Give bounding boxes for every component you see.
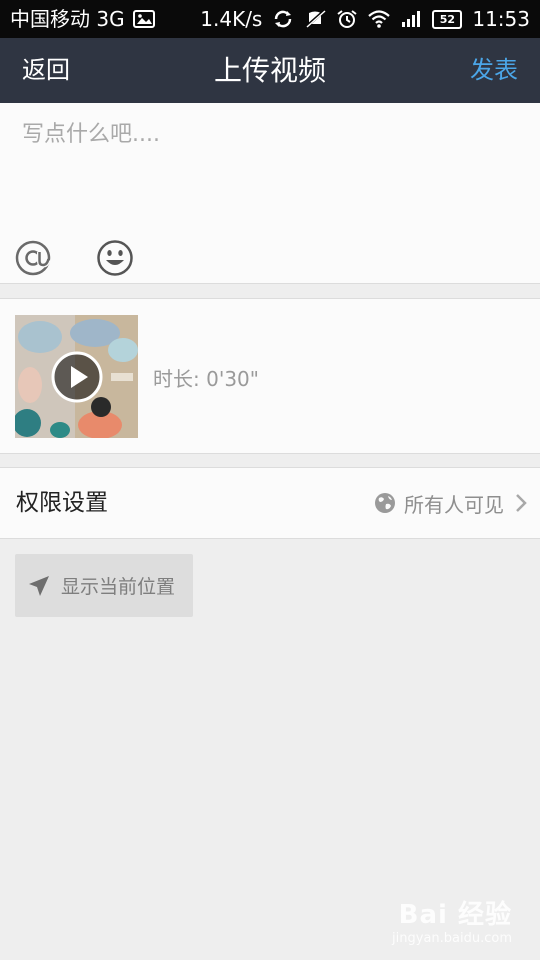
network-speed: 1.4K/s xyxy=(200,7,263,31)
wifi-icon xyxy=(368,10,391,28)
location-arrow-icon xyxy=(29,575,49,596)
clock: 11:53 xyxy=(472,7,530,31)
publish-button[interactable]: 发表 xyxy=(470,38,518,103)
video-duration: 时长: 0'30" xyxy=(153,367,259,391)
image-icon xyxy=(132,10,155,28)
status-right: 1.4K/s 52 11:53 xyxy=(200,0,530,38)
page-title: 上传视频 xyxy=(213,54,326,87)
video-thumbnail[interactable] xyxy=(15,315,138,438)
carrier-label: 中国移动 3G xyxy=(10,7,125,31)
status-bar: 中国移动 3G 1.4K/s 52 11:53 xyxy=(0,0,540,38)
status-left: 中国移动 3G xyxy=(10,0,155,38)
composer-area xyxy=(0,103,540,284)
globe-icon xyxy=(375,493,395,513)
video-attachment: 时长: 0'30" xyxy=(0,298,540,454)
permission-value-group: 所有人可见 xyxy=(374,468,530,538)
sync-icon xyxy=(275,10,292,28)
permission-row[interactable]: 权限设置 所有人可见 xyxy=(0,467,540,539)
at-icon[interactable] xyxy=(14,239,52,277)
show-location-label: 显示当前位置 xyxy=(61,576,176,598)
watermark-brand: Bai 经验 xyxy=(398,900,512,930)
show-location-button[interactable]: 显示当前位置 xyxy=(15,554,193,617)
watermark: Bai 经验 jingyan.baidu.com xyxy=(392,894,512,946)
battery-icon: 52 xyxy=(432,9,463,29)
signal-icon xyxy=(402,11,421,27)
watermark-url: jingyan.baidu.com xyxy=(392,931,512,946)
app-header: 返回 上传视频 发表 xyxy=(0,38,540,103)
permission-value: 所有人可见 xyxy=(404,492,504,517)
post-text-input[interactable] xyxy=(20,121,524,148)
chevron-right-icon xyxy=(516,494,527,512)
alarm-icon xyxy=(337,10,357,28)
vibrate-off-icon xyxy=(305,10,326,28)
permission-label: 权限设置 xyxy=(16,490,108,516)
emoji-icon[interactable] xyxy=(96,239,134,277)
play-icon[interactable] xyxy=(50,350,104,404)
